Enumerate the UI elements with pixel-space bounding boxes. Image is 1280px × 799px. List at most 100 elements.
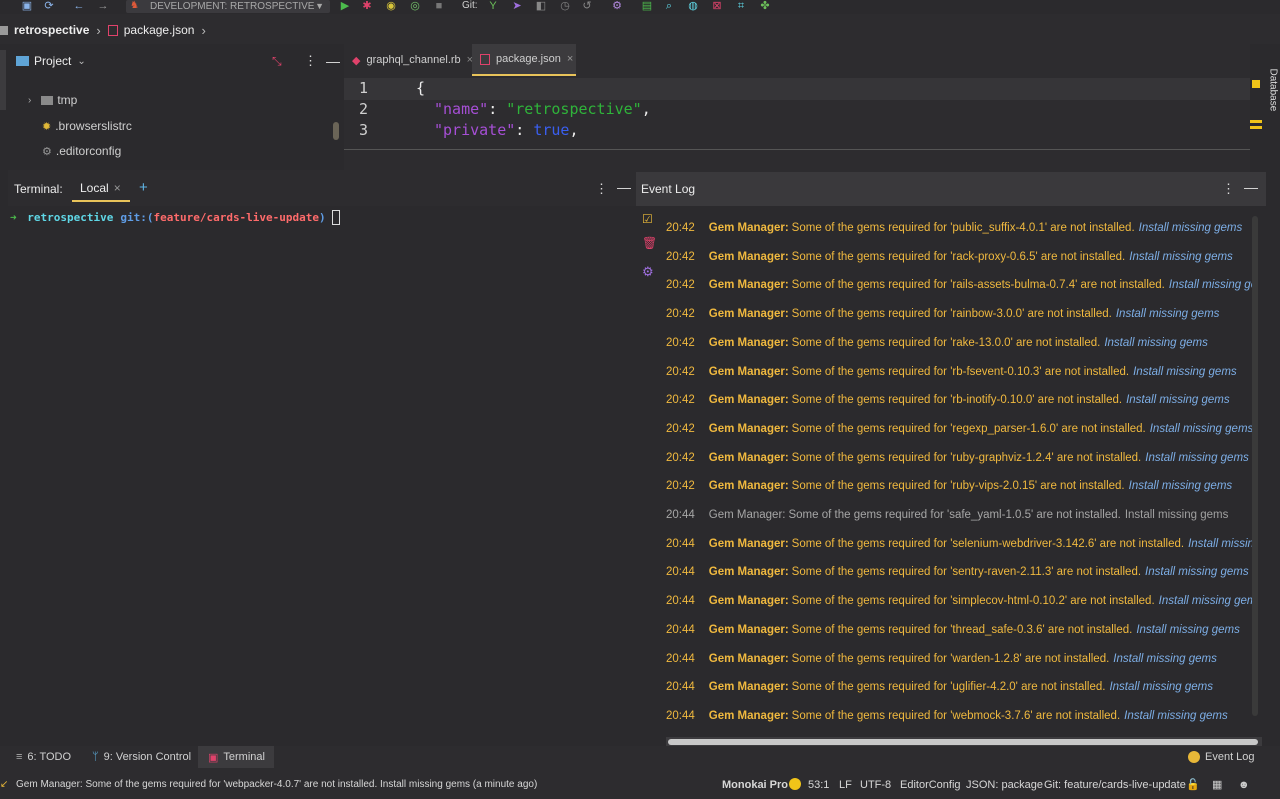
install-missing-gems-link[interactable]: Install missing gems [1113, 653, 1217, 665]
project-panel-title[interactable]: Project [34, 54, 71, 68]
more-options-icon[interactable]: ⋮ [595, 181, 608, 197]
terminal-icon[interactable]: ▤ [640, 0, 654, 13]
git-commit-icon[interactable]: ➤ [510, 0, 524, 13]
theme-icon [789, 778, 801, 790]
terminal-body[interactable]: ➜ retrospective git:( feature/cards-live… [0, 206, 636, 746]
tree-item-browserslistrc[interactable]: ✹ .browserslistrc [8, 114, 132, 138]
hide-panel-icon[interactable]: — [1244, 179, 1258, 195]
install-missing-gems-link[interactable]: Install missing gems [1145, 566, 1249, 578]
chevron-right-icon: › [96, 22, 101, 38]
tool-tab-todo[interactable]: ≡ 6: TODO [16, 746, 71, 768]
theme-name[interactable]: Monokai Pro [722, 770, 788, 799]
tree-item-tmp[interactable]: › tmp [8, 88, 77, 112]
tool-tab-terminal[interactable]: ▣ Terminal [198, 746, 274, 768]
install-missing-gems-link[interactable]: Install missing gems [1104, 337, 1208, 349]
install-missing-gems-link[interactable]: Install missing gems [1129, 251, 1233, 263]
settings-gear-icon[interactable]: ⚙ [642, 264, 654, 280]
stop-icon[interactable]: ■ [432, 0, 446, 13]
install-missing-gems-link[interactable]: Install missing gems [1188, 538, 1256, 550]
horizontal-scrollbar-thumb[interactable] [668, 739, 1258, 745]
install-missing-gems-link[interactable]: Install missing gems [1139, 222, 1243, 234]
back-arrow-icon[interactable]: ← [72, 0, 86, 13]
hide-panel-icon[interactable]: — [617, 179, 631, 195]
plugin-icon[interactable]: ✤ [758, 0, 772, 13]
install-missing-gems-link[interactable]: Install missing gems [1145, 452, 1249, 464]
sync-icon[interactable]: ⟳ [42, 0, 56, 13]
tree-item-editorconfig[interactable]: ⚙ .editorconfig [8, 139, 121, 163]
close-project-icon[interactable]: ⊠ [710, 0, 724, 13]
close-icon[interactable]: × [114, 181, 121, 195]
debug-icon[interactable]: ✱ [360, 0, 374, 13]
editorconfig-status[interactable]: EditorConfig [900, 770, 961, 799]
install-missing-gems-link[interactable]: Install missing gems [1124, 710, 1228, 722]
breadcrumb-project[interactable]: retrospective [14, 23, 89, 37]
install-missing-gems-link[interactable]: Install missing gems [1116, 308, 1220, 320]
git-update-icon[interactable]: Y [486, 0, 500, 13]
git-compare-icon[interactable]: ◧ [534, 0, 548, 13]
install-missing-gems-link[interactable]: Install missing gems [1129, 480, 1233, 492]
project-scrollbar[interactable] [333, 122, 339, 140]
coverage-icon[interactable]: ◉ [384, 0, 398, 13]
chevron-down-icon[interactable]: ⌄ [77, 56, 85, 67]
log-entry: 20:44 Gem Manager: Some of the gems requir… [666, 677, 1256, 697]
settings-gear-icon[interactable]: ⚙ [610, 0, 624, 13]
tool-tab-event-log[interactable]: Event Log [1188, 746, 1255, 768]
search-icon[interactable]: ⌕ [662, 0, 676, 13]
code-editor[interactable]: 1 2 3 { "name": "retrospective", "privat… [344, 78, 1262, 150]
warning-marker[interactable] [1252, 80, 1260, 88]
hide-panel-icon[interactable]: — [326, 53, 340, 69]
install-missing-gems-link[interactable]: Install missing gems [1159, 595, 1256, 607]
log-source: Gem Manager: [708, 480, 789, 493]
more-options-icon[interactable]: ⋮ [1222, 181, 1235, 197]
terminal-title: Terminal: [14, 182, 63, 196]
structure-icon[interactable]: ⌗ [734, 0, 748, 13]
warning-stripe[interactable] [1250, 120, 1262, 123]
close-icon[interactable]: × [567, 53, 573, 65]
database-tool-tab[interactable]: Database [1264, 64, 1279, 144]
install-missing-gems-link[interactable]: Install missing gems [1136, 624, 1240, 636]
vertical-scrollbar[interactable] [1252, 216, 1258, 716]
breadcrumb-file[interactable]: package.json [124, 23, 195, 37]
collapse-all-icon[interactable]: ⤡ [272, 54, 282, 69]
git-branch[interactable]: Git: feature/cards-live-update [1044, 770, 1186, 799]
tab-label: Local [80, 181, 109, 195]
install-missing-gems-link[interactable]: Install missing gems [1125, 509, 1229, 521]
warning-stripe[interactable] [1250, 126, 1262, 129]
more-options-icon[interactable]: ⋮ [304, 53, 317, 69]
install-missing-gems-link[interactable]: Install missing gems [1109, 681, 1213, 693]
install-missing-gems-link[interactable]: Install missing gems [1150, 423, 1254, 435]
mark-read-icon[interactable]: ☑ [642, 212, 653, 226]
chevron-right-icon[interactable]: › [28, 95, 31, 106]
caret-position[interactable]: 53:1 [808, 770, 829, 799]
terminal-header: Terminal: Local × + ⋮ — [0, 176, 636, 206]
profile-icon[interactable]: ◎ [408, 0, 422, 13]
save-icon[interactable]: ▣ [20, 0, 34, 13]
project-tool-tab[interactable] [0, 50, 6, 110]
json-schema[interactable]: JSON: package [966, 770, 1043, 799]
trash-icon[interactable]: 🗑 [642, 236, 657, 250]
file-encoding[interactable]: UTF-8 [860, 770, 891, 799]
tab-local[interactable]: Local × [72, 176, 130, 202]
tab-graphql-channel[interactable]: ◆ graphql_channel.rb × [344, 44, 473, 76]
install-missing-gems-link[interactable]: Install missing gems [1126, 394, 1230, 406]
git-history-icon[interactable]: ◷ [558, 0, 572, 13]
tool-tab-version-control[interactable]: ᛘ 9: Version Control [92, 746, 191, 768]
editor-tab-bar: ◆ graphql_channel.rb × package.json × [344, 44, 1250, 76]
run-config-selector[interactable]: ♞ DEVELOPMENT: RETROSPECTIVE ▼ [126, 0, 330, 13]
status-message[interactable]: Gem Manager: Some of the gems required f… [16, 770, 537, 799]
add-tab-icon[interactable]: + [139, 179, 148, 196]
git-rollback-icon[interactable]: ↺ [580, 0, 594, 13]
line-separator[interactable]: LF [839, 770, 852, 799]
log-entry: 20:44 Gem Manager: Some of the gems requir… [666, 505, 1256, 525]
install-missing-gems-link[interactable]: Install missing gems [1169, 279, 1256, 291]
inspector-icon[interactable]: ☻ [1238, 770, 1250, 799]
run-icon[interactable]: ▶ [338, 0, 352, 13]
memory-indicator-icon[interactable]: ▦ [1212, 770, 1222, 799]
code-line-2: "name": "retrospective", [434, 100, 651, 118]
install-missing-gems-link[interactable]: Install missing gems [1133, 366, 1237, 378]
event-log-header: Event Log ⋮ — [636, 172, 1266, 206]
lock-icon[interactable]: 🔓 [1186, 770, 1200, 799]
tab-package-json[interactable]: package.json × [472, 44, 576, 76]
forward-arrow-icon[interactable]: → [96, 0, 110, 13]
find-icon[interactable]: ◍ [686, 0, 700, 13]
